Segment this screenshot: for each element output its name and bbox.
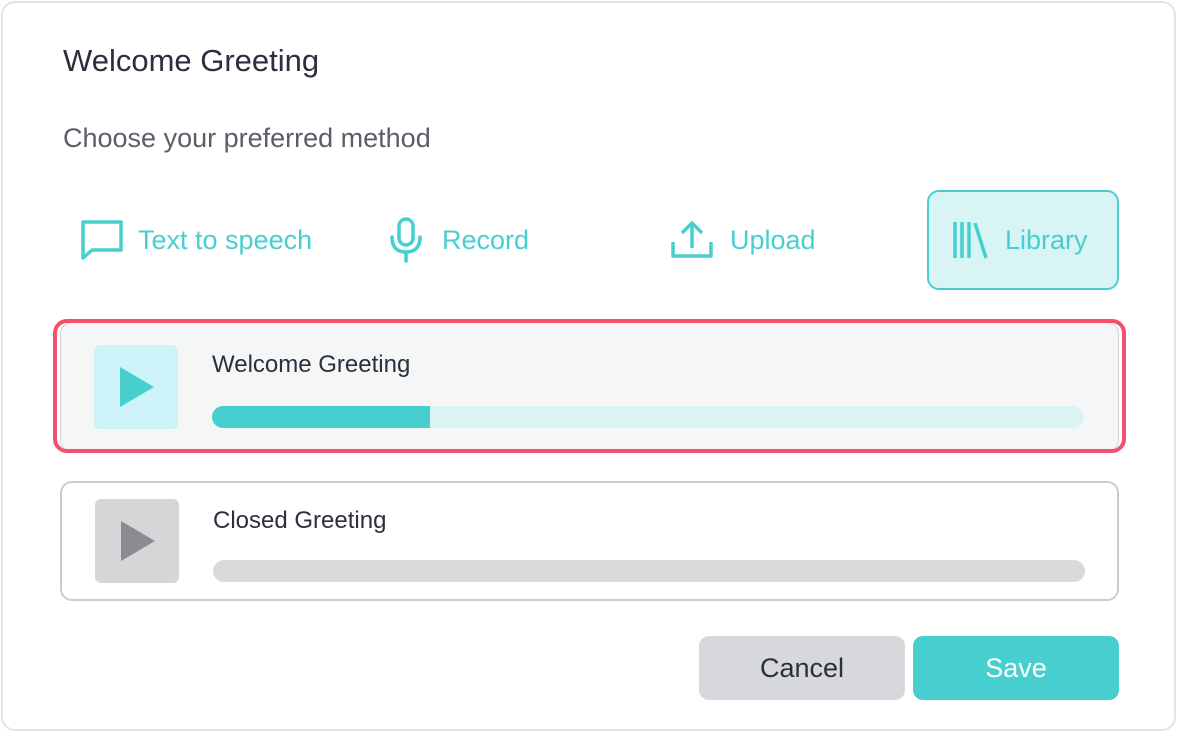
speech-bubble-icon — [78, 218, 126, 262]
method-label: Library — [1005, 224, 1088, 255]
method-library[interactable]: Library — [927, 190, 1119, 290]
progress-bar[interactable] — [212, 406, 1084, 428]
track-name: Closed Greeting — [213, 507, 387, 534]
dialog-title: Welcome Greeting — [63, 43, 320, 78]
method-record[interactable]: Record — [386, 190, 529, 290]
play-button[interactable] — [94, 345, 178, 429]
upload-icon — [668, 218, 716, 262]
method-label: Record — [442, 224, 530, 255]
dialog-subtitle: Choose your preferred method — [63, 123, 431, 153]
method-text-to-speech[interactable]: Text to speech — [78, 190, 312, 290]
cancel-button[interactable]: Cancel — [699, 636, 905, 700]
play-button[interactable] — [95, 499, 179, 583]
library-icon — [951, 219, 991, 261]
method-label: Upload — [730, 224, 816, 255]
track-item-welcome-greeting[interactable]: Welcome Greeting — [60, 322, 1119, 452]
play-icon — [120, 367, 154, 407]
progress-fill — [212, 406, 430, 428]
play-icon — [121, 521, 155, 561]
method-upload[interactable]: Upload — [668, 190, 816, 290]
save-button[interactable]: Save — [913, 636, 1119, 700]
method-label: Text to speech — [138, 224, 313, 255]
progress-bar[interactable] — [213, 560, 1085, 582]
track-item-closed-greeting[interactable]: Closed Greeting — [60, 481, 1119, 601]
microphone-icon — [386, 216, 426, 264]
track-name: Welcome Greeting — [212, 351, 411, 378]
